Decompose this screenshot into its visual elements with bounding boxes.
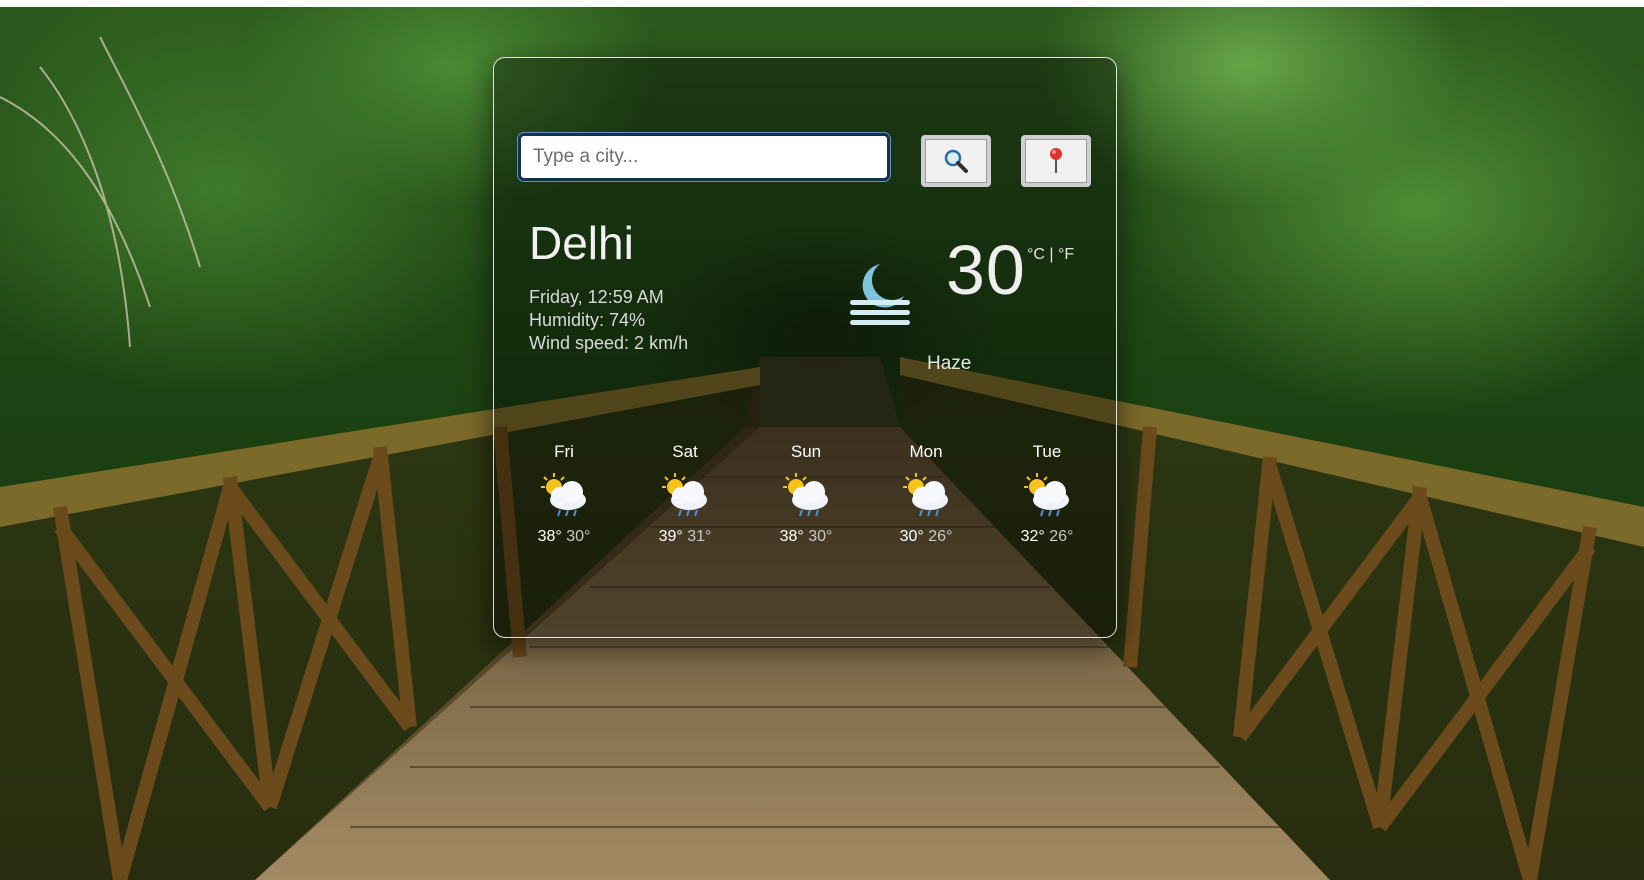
forecast-day-name: Sat [672,442,698,461]
wind-speed: Wind speed: 2 km/h [529,333,689,353]
forecast-min: 30° [808,528,833,545]
sun-cloud-rain-icon [783,473,828,517]
forecast-max: 38° [779,528,804,545]
forecast-day-name: Mon [909,442,943,461]
sun-cloud-rain-icon [541,473,586,517]
forecast-min: 26° [928,528,953,545]
weather-details: Friday, 12:59 AM Humidity: 74% Wind spee… [529,286,688,355]
search-input[interactable] [517,132,891,182]
current-location-button[interactable] [1021,135,1091,187]
unit-toggle[interactable]: °C | °F [1027,246,1074,264]
current-temperature: 30 [946,231,1026,309]
forecast-temps: 39° 31° [635,528,735,546]
forecast-max: 32° [1020,528,1045,545]
forecast-min: 31° [687,528,712,545]
forecast-day-name: Fri [554,442,574,461]
forecast-temps: 32° 26° [997,528,1097,546]
date-time: Friday, 12:59 AM [529,287,664,307]
search-button[interactable] [921,135,991,187]
forecast-temps: 38° 30° [514,528,614,546]
sun-cloud-rain-icon [662,473,707,517]
forecast-temps: 30° 26° [876,528,976,546]
forecast-min: 26° [1049,528,1074,545]
pushpin-icon [1050,148,1062,173]
city-name: Delhi [529,217,634,269]
haze-moon-icon [850,264,910,325]
forecast-day: Tue 32° 26° [997,442,1097,546]
humidity: Humidity: 74% [529,310,646,330]
weather-card: Delhi Friday, 12:59 AM Humidity: 74% Win… [493,57,1117,638]
sun-cloud-rain-icon [903,473,948,517]
forecast-day: Fri 38° 30° [514,442,614,546]
forecast-day: Sun 38° 30° [756,442,856,546]
forecast-day: Mon 30° 26° [876,442,976,546]
forecast-temps: 38° 30° [756,528,856,546]
weather-condition: Haze [927,353,972,374]
forecast-day: Sat 39° 31° [635,442,735,546]
forecast-max: 38° [537,528,562,545]
forecast-day-name: Sun [790,442,822,461]
forecast-day-name: Tue [1032,442,1062,461]
forecast-row: Fri 38° 30° Sat 39° 31° Sun 38° 30° Mon … [494,442,1116,562]
forecast-max: 39° [658,528,683,545]
sun-cloud-rain-icon [1024,473,1069,517]
forecast-min: 30° [566,528,591,545]
magnifier-icon [944,149,968,173]
forecast-max: 30° [899,528,924,545]
